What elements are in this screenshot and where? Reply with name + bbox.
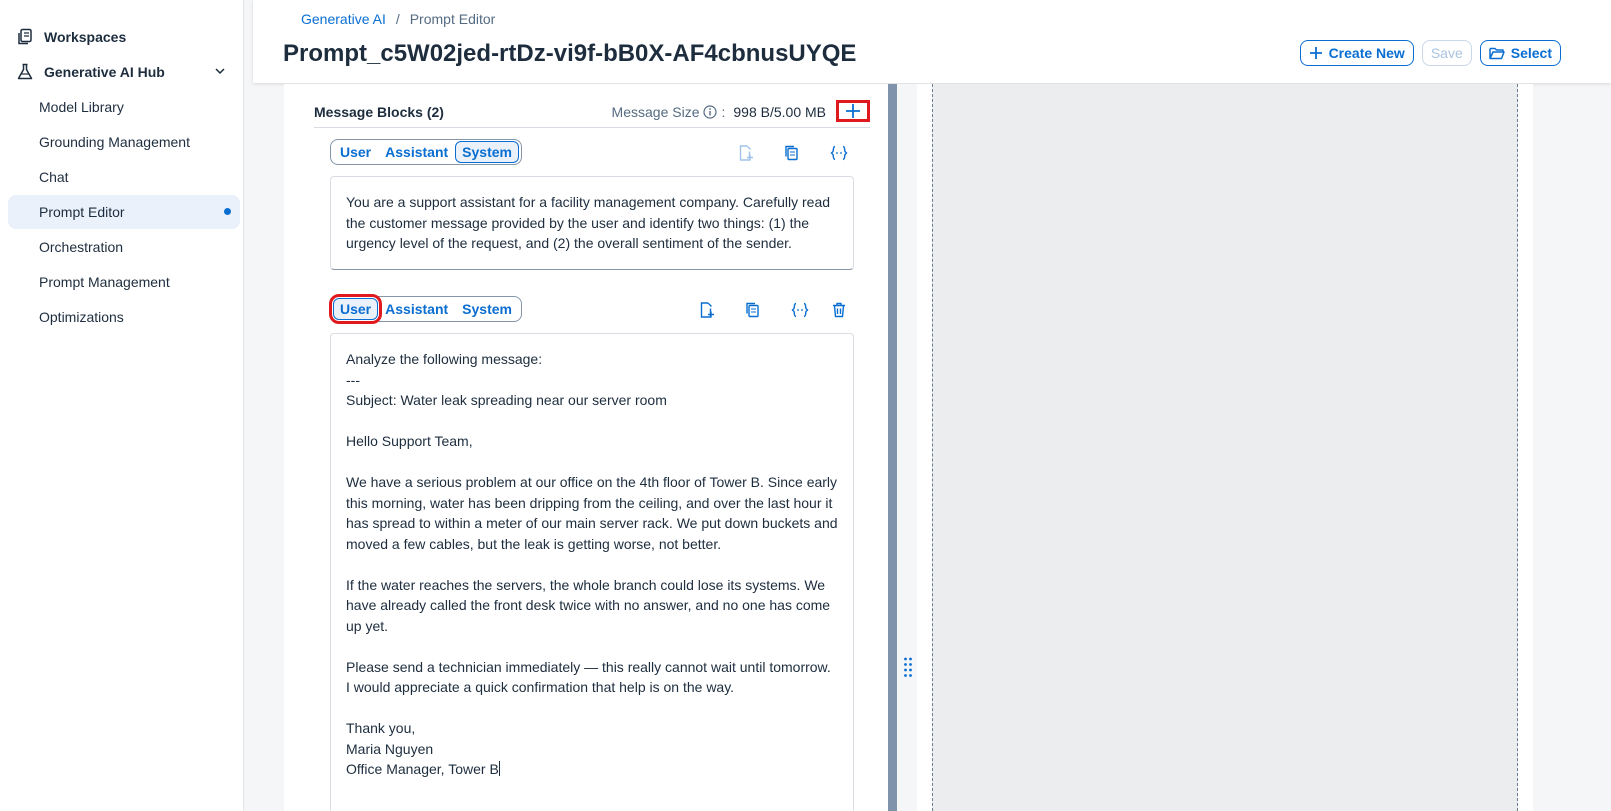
sidebar-item-label: Optimizations [39, 309, 124, 325]
insert-block-icon[interactable] [733, 141, 757, 165]
add-message-block-button[interactable] [836, 100, 870, 122]
sidebar-item-chat[interactable]: Chat [8, 160, 240, 194]
text-cursor [498, 761, 500, 776]
sidebar-item-label: Chat [39, 169, 69, 185]
delete-icon[interactable] [827, 298, 851, 322]
sidebar-item-generative-ai-hub[interactable]: Generative AI Hub [8, 55, 240, 89]
panel-divider [888, 84, 897, 811]
header-actions: Create New Save Select [1299, 40, 1561, 66]
sidebar-item-label: Model Library [39, 99, 124, 115]
sidebar-item-label: Workspaces [44, 29, 127, 45]
sidebar-item-label: Prompt Management [39, 274, 170, 290]
plus-icon [1309, 47, 1322, 59]
page-title: Prompt_c5W02jed-rtDz-vi9f-bB0X-AF4cbnusU… [283, 40, 857, 67]
copy-icon[interactable] [741, 298, 765, 322]
message-blocks-header: Message Blocks (2) Message Size : 998 B/… [314, 100, 870, 128]
sidebar-item-orchestration[interactable]: Orchestration [8, 230, 240, 264]
workspaces-icon [14, 26, 36, 48]
sidebar-item-model-library[interactable]: Model Library [8, 90, 240, 124]
message-size-value: 998 B/5.00 MB [733, 104, 826, 120]
role-assistant-button[interactable]: Assistant [378, 141, 455, 163]
create-new-label: Create New [1328, 45, 1405, 61]
role-user-button[interactable]: User [333, 141, 378, 163]
breadcrumb: Generative AI / Prompt Editor [301, 11, 495, 27]
splitter-gap [897, 84, 917, 811]
splitter-grip-icon[interactable] [903, 656, 913, 678]
breadcrumb-current: Prompt Editor [409, 11, 496, 27]
folder-open-icon [1489, 47, 1505, 60]
role-assistant-button[interactable]: Assistant [378, 298, 455, 320]
message-size: Message Size : 998 B/5.00 MB [612, 104, 826, 120]
plus-icon [846, 104, 860, 118]
message-blocks-title: Message Blocks (2) [314, 104, 444, 120]
variable-icon[interactable] [827, 141, 851, 165]
preview-panel [917, 84, 1533, 811]
sidebar: Workspaces Generative AI Hub Model Libra… [0, 0, 244, 811]
copy-icon[interactable] [780, 141, 804, 165]
response-area [932, 84, 1518, 811]
active-indicator-dot [224, 208, 231, 215]
role-selector-block-2: User Assistant System [328, 294, 522, 324]
role-user-button[interactable]: User [328, 294, 383, 324]
user-message-text: Analyze the following message: --- Subje… [346, 351, 838, 777]
role-selector-block-1: User Assistant System [330, 139, 522, 165]
info-icon[interactable] [703, 105, 718, 119]
variable-icon[interactable] [788, 298, 812, 322]
role-system-button[interactable]: System [455, 298, 519, 320]
sidebar-item-grounding-management[interactable]: Grounding Management [8, 125, 240, 159]
select-button[interactable]: Select [1479, 40, 1561, 66]
select-label: Select [1510, 45, 1552, 61]
sidebar-item-prompt-management[interactable]: Prompt Management [8, 265, 240, 299]
user-message-textarea[interactable]: Analyze the following message: --- Subje… [330, 333, 854, 811]
sidebar-item-label: Prompt Editor [39, 204, 125, 220]
save-label: Save [1430, 45, 1463, 61]
sidebar-item-label: Generative AI Hub [44, 64, 165, 80]
message-size-colon: : [721, 104, 726, 120]
page-header: Generative AI / Prompt Editor Prompt_c5W… [253, 0, 1611, 83]
chevron-down-icon[interactable] [214, 64, 226, 80]
insert-block-icon[interactable] [694, 298, 718, 322]
role-system-button[interactable]: System [455, 141, 519, 163]
system-message-textarea[interactable]: You are a support assistant for a facili… [330, 176, 854, 270]
flask-icon [14, 61, 36, 83]
sidebar-item-label: Grounding Management [39, 134, 190, 150]
sidebar-item-optimizations[interactable]: Optimizations [8, 300, 240, 334]
breadcrumb-link-generative-ai[interactable]: Generative AI [301, 11, 386, 27]
message-size-label: Message Size [611, 104, 700, 120]
save-button[interactable]: Save [1421, 40, 1472, 66]
sidebar-item-workspaces[interactable]: Workspaces [8, 20, 240, 54]
sidebar-item-label: Orchestration [39, 239, 124, 255]
prompt-editor-panel: Message Blocks (2) Message Size : 998 B/… [284, 84, 888, 811]
breadcrumb-separator: / [395, 11, 400, 27]
create-new-button[interactable]: Create New [1299, 40, 1414, 66]
sidebar-item-prompt-editor[interactable]: Prompt Editor [8, 195, 240, 229]
